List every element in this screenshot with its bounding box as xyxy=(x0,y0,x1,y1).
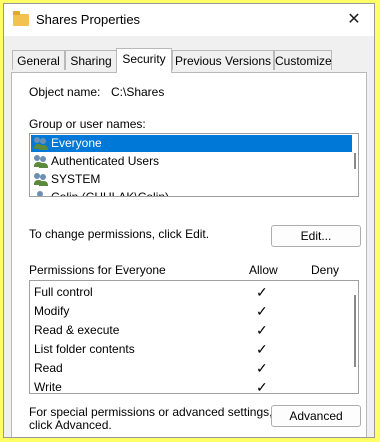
user-name: Everyone xyxy=(51,136,102,150)
permission-name: Write xyxy=(34,380,62,394)
user-list[interactable]: Everyone Authenticated Users SYSTEM Coli… xyxy=(29,133,359,197)
table-row: Read & execute ✓ xyxy=(30,321,358,340)
allow-check-icon: ✓ xyxy=(256,379,268,394)
allow-check-icon: ✓ xyxy=(256,341,268,357)
permission-name: Read & execute xyxy=(34,323,120,337)
list-item[interactable]: Authenticated Users xyxy=(31,153,352,170)
special-permissions-text-2: click Advanced. xyxy=(29,418,112,432)
tab-general[interactable]: General xyxy=(12,50,65,70)
user-list-scrollbar[interactable] xyxy=(354,153,356,169)
properties-window: Shares Properties ✕ General Sharing Secu… xyxy=(3,3,375,438)
allow-check-icon: ✓ xyxy=(256,322,268,338)
advanced-button[interactable]: Advanced xyxy=(271,405,361,427)
table-row: List folder contents ✓ xyxy=(30,340,358,359)
allow-check-icon: ✓ xyxy=(256,303,268,319)
table-row: Write ✓ xyxy=(30,378,358,394)
title-bar[interactable]: Shares Properties ✕ xyxy=(4,4,374,36)
allow-check-icon: ✓ xyxy=(256,360,268,376)
close-icon[interactable]: ✕ xyxy=(342,8,366,32)
user-name: Authenticated Users xyxy=(51,154,160,168)
permission-name: Read xyxy=(34,361,63,375)
edit-button[interactable]: Edit... xyxy=(271,225,361,247)
permissions-header: Permissions for Everyone xyxy=(29,263,166,277)
security-panel: Object name: C:\Shares Group or user nam… xyxy=(11,72,367,437)
object-name-value: C:\Shares xyxy=(111,85,165,99)
table-row: Full control ✓ xyxy=(30,283,358,302)
user-name: SYSTEM xyxy=(51,172,101,186)
allow-check-icon: ✓ xyxy=(256,284,268,300)
deny-column-header: Deny xyxy=(311,263,340,277)
folder-icon xyxy=(13,11,29,26)
user-group-icon xyxy=(34,137,48,150)
permission-name: Modify xyxy=(34,304,70,318)
permission-name: List folder contents xyxy=(34,342,135,356)
permissions-list: Full control ✓ Modify ✓ Read & execute ✓… xyxy=(29,280,359,394)
tab-sharing[interactable]: Sharing xyxy=(65,50,117,70)
permission-name: Full control xyxy=(34,285,93,299)
special-permissions-text: For special permissions or advanced sett… xyxy=(29,405,273,419)
permissions-scrollbar[interactable] xyxy=(354,295,356,367)
tab-security[interactable]: Security xyxy=(116,48,172,73)
list-item[interactable]: Colin (CHULAK\Colin) xyxy=(31,189,352,197)
list-item[interactable]: Everyone xyxy=(31,135,352,152)
user-group-icon xyxy=(34,173,48,186)
object-name-label: Object name: xyxy=(29,85,101,99)
list-item[interactable]: SYSTEM xyxy=(31,171,352,188)
group-names-label: Group or user names: xyxy=(29,117,146,131)
user-icon xyxy=(34,191,48,196)
window-title: Shares Properties xyxy=(36,12,141,27)
allow-column-header: Allow xyxy=(249,263,278,277)
tab-previous-versions[interactable]: Previous Versions xyxy=(172,50,274,70)
user-group-icon xyxy=(34,155,48,168)
change-permissions-text: To change permissions, click Edit. xyxy=(29,227,210,241)
user-name: Colin (CHULAK\Colin) xyxy=(51,190,170,197)
table-row: Modify ✓ xyxy=(30,302,358,321)
table-row: Read ✓ xyxy=(30,359,358,378)
tab-customize[interactable]: Customize xyxy=(274,50,332,70)
